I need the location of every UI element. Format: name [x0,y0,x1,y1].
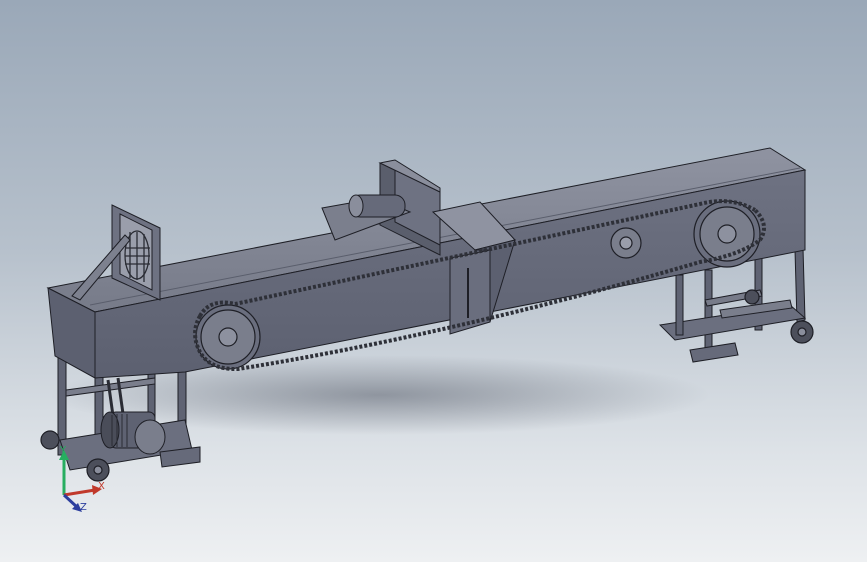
cad-viewport[interactable]: Y X Z [0,0,867,562]
triad-z-label: Z [80,502,87,513]
sprocket-middle [610,227,642,259]
triad-x-label: X [98,481,105,492]
triad-y-label: Y [59,445,67,456]
triad-x-axis [63,488,96,497]
conveyor-machine-model[interactable]: Y X Z [0,0,867,562]
